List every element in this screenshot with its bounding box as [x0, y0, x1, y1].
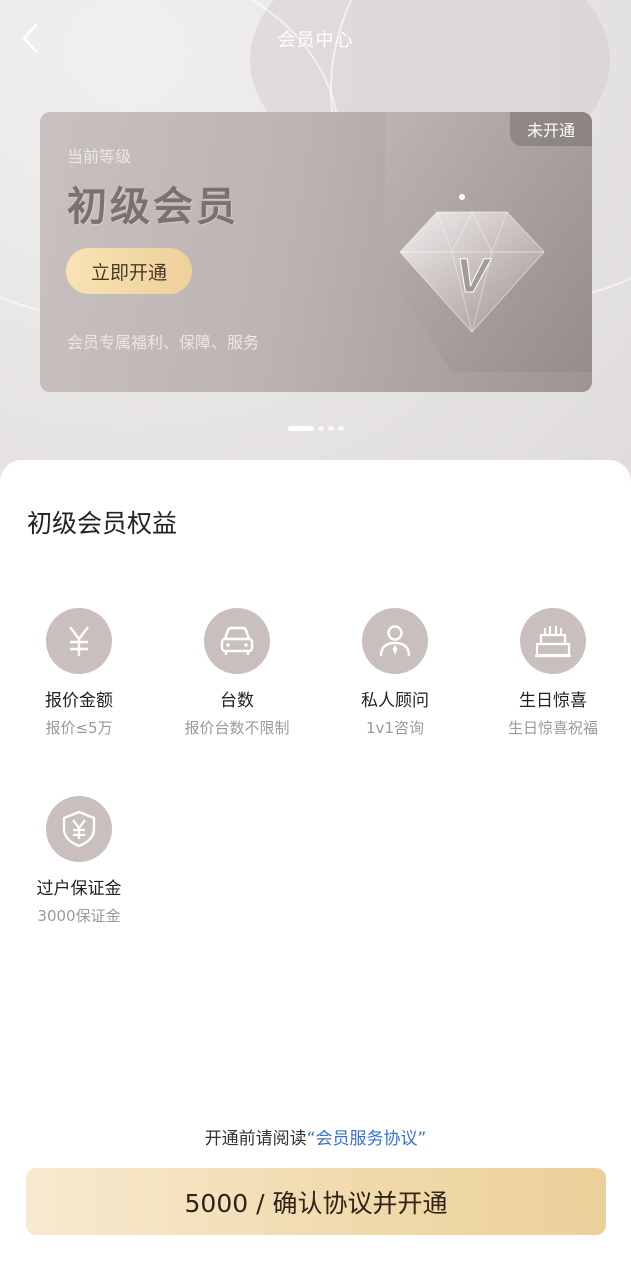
benefit-item-quote-amount[interactable]: 报价金额 报价≤5万 [0, 608, 158, 738]
benefit-item-advisor[interactable]: 私人顾问 1v1咨询 [316, 608, 474, 738]
benefit-name: 生日惊喜 [519, 691, 587, 711]
nav-bar: 会员中心 [0, 0, 631, 78]
status-badge: 未开通 [510, 112, 592, 146]
agreement-notice: 开通前请阅读“会员服务协议” [0, 1124, 631, 1149]
open-now-button[interactable]: 立即开通 [66, 248, 192, 294]
carousel-pager [0, 426, 631, 431]
benefit-name: 报价金额 [45, 691, 113, 711]
cake-icon [520, 608, 586, 674]
level-name: 初级会员 [67, 184, 239, 230]
benefit-desc: 生日惊喜祝福 [507, 719, 598, 737]
benefit-desc: 报价≤5万 [45, 719, 113, 737]
pager-dot-active[interactable] [287, 426, 314, 431]
benefit-name: 台数 [220, 691, 254, 711]
benefit-name: 过户保证金 [36, 879, 122, 899]
benefit-desc: 1v1咨询 [366, 719, 424, 737]
benefit-desc: 报价台数不限制 [184, 719, 290, 737]
benefit-name: 私人顾问 [361, 691, 429, 711]
membership-card[interactable]: 未开通 当前等级 初级会员 立即开通 会员专属福利、保障、服务 V [40, 112, 592, 392]
agreement-link[interactable]: “会员服务协议” [307, 1129, 427, 1149]
benefits-title: 初级会员权益 [27, 509, 178, 538]
card-description: 会员专属福利、保障、服务 [67, 333, 260, 352]
benefits-sheet: 初级会员权益 报价金额 报价≤5万 台数 报价台数不限制 私人顾问 1v1咨询 … [0, 460, 631, 1280]
diamond-v-icon: V [399, 194, 545, 333]
yuan-icon [46, 608, 112, 674]
agreement-prefix: 开通前请阅读 [204, 1129, 307, 1149]
benefit-item-birthday[interactable]: 生日惊喜 生日惊喜祝福 [474, 608, 631, 738]
benefit-item-count[interactable]: 台数 报价台数不限制 [158, 608, 316, 738]
page-title: 会员中心 [277, 30, 354, 51]
pager-dot[interactable] [337, 426, 344, 431]
shield-yuan-icon [46, 796, 112, 862]
advisor-icon [362, 608, 428, 674]
benefit-item-deposit[interactable]: 过户保证金 3000保证金 [0, 796, 158, 926]
car-icon [204, 608, 270, 674]
benefit-desc: 3000保证金 [37, 907, 121, 925]
current-level-label: 当前等级 [67, 147, 132, 166]
pager-dot[interactable] [327, 426, 334, 431]
svg-text:V: V [456, 250, 492, 303]
pager-dot[interactable] [317, 426, 324, 431]
confirm-open-button[interactable]: 5000 / 确认协议并开通 [26, 1168, 606, 1235]
